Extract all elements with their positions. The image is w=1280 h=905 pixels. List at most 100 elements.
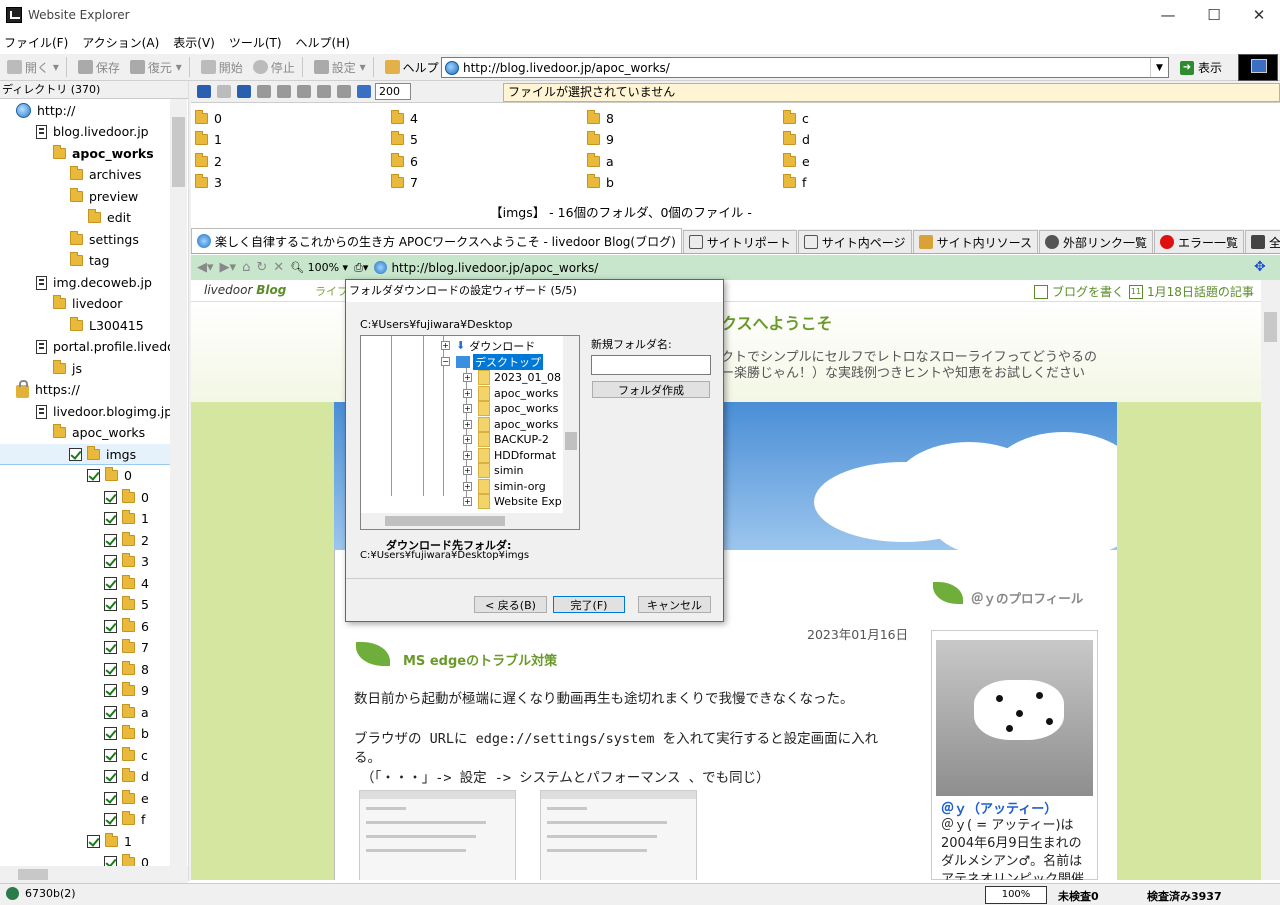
list-item[interactable]: 0 [195, 108, 222, 129]
checkbox[interactable] [104, 856, 117, 866]
tab-browser[interactable]: 楽しく自律するこれからの生き方 APOCワークスへようこそ - livedoor… [191, 228, 682, 253]
scrollbar-thumb[interactable] [1264, 312, 1277, 342]
profile-name[interactable]: ＠ｙ（アッティー） [941, 798, 1057, 817]
checkbox[interactable] [104, 749, 117, 762]
menu-help[interactable]: ヘルプ(H) [296, 34, 350, 51]
tree-item[interactable]: d [104, 766, 149, 787]
tree-horizontal-scrollbar[interactable] [361, 513, 579, 529]
close-button[interactable]: ✕ [1236, 0, 1280, 30]
tree-item-selected[interactable]: − デスクトップ [441, 353, 543, 370]
list-item[interactable]: 1 [195, 129, 222, 150]
header-link[interactable]: ライフ [315, 283, 348, 299]
scrollbar-thumb[interactable] [565, 432, 577, 450]
tree-item[interactable]: 0 [87, 465, 132, 486]
up-arrow-icon[interactable] [237, 85, 251, 98]
tree-item[interactable]: f [104, 809, 145, 830]
new-folder-input[interactable] [591, 355, 711, 375]
print-button[interactable]: ⎙ ▾ [354, 261, 368, 275]
tree-vertical-scrollbar[interactable] [170, 99, 187, 866]
tree-item[interactable]: 2 [104, 530, 149, 551]
screenshot-image[interactable] [359, 790, 516, 880]
menu-file[interactable]: ファイル(F) [4, 34, 68, 51]
filter-icon[interactable] [297, 85, 311, 98]
tree-item[interactable]: 9 [104, 680, 149, 701]
web-vertical-scrollbar[interactable] [1261, 280, 1280, 880]
checkbox[interactable] [104, 512, 117, 525]
menu-view[interactable]: 表示(V) [173, 34, 215, 51]
tab-external-links[interactable]: 外部リンク一覧 [1038, 230, 1153, 253]
checkbox[interactable] [104, 491, 117, 504]
count-stepper[interactable]: 200 [375, 83, 411, 100]
start-button[interactable]: 開始 [198, 56, 246, 78]
finish-button[interactable]: 完了(F) [553, 596, 625, 613]
restore-button[interactable]: 復元 ▾ [127, 56, 185, 78]
livedoor-logo[interactable]: livedoor Blog [204, 283, 286, 297]
tree-item[interactable]: 5 [104, 594, 149, 615]
create-folder-button[interactable]: フォルダ作成 [592, 381, 710, 398]
checkbox[interactable] [87, 835, 100, 848]
zoom-button[interactable]: 🔍︎ 100% ▾ [290, 261, 348, 274]
tree-item[interactable]: + apoc_works [463, 401, 558, 416]
list-item[interactable]: d [783, 129, 810, 150]
move-icon[interactable]: ✥ [1254, 260, 1268, 274]
tree-item[interactable]: + Website Exp [463, 494, 562, 509]
tree-item[interactable]: 1 [87, 831, 132, 852]
folder-tree[interactable]: + ⬇ ダウンロード − デスクトップ +2023_01_08 + apoc_works… [360, 335, 580, 530]
tree-item[interactable]: portal.profile.livedoor [36, 336, 170, 357]
scrollbar-thumb[interactable] [18, 869, 48, 880]
tree-item[interactable]: apoc_works [53, 143, 154, 164]
tree-horizontal-scrollbar[interactable] [0, 866, 188, 883]
list-item[interactable]: 6 [391, 151, 418, 172]
tree-item[interactable]: preview [70, 186, 138, 207]
scrollbar-thumb[interactable] [172, 117, 185, 187]
list-item[interactable]: 3 [195, 172, 222, 193]
tree-item[interactable]: + simin [463, 463, 524, 478]
tab-errors[interactable]: エラー一覧 [1153, 230, 1244, 253]
checkbox[interactable] [104, 534, 117, 547]
chevron-down-icon[interactable]: ▼ [1150, 58, 1168, 77]
tab-fulltext-search[interactable]: 全文検索 [1245, 230, 1280, 253]
checkbox[interactable] [104, 555, 117, 568]
tree-item[interactable]: L300415 [70, 315, 144, 336]
checkbox[interactable] [104, 727, 117, 740]
stop-button[interactable]: 停止 [250, 56, 298, 78]
list-item[interactable]: 7 [391, 172, 418, 193]
tree-item[interactable]: blog.livedoor.jp [36, 121, 149, 142]
tree-item[interactable]: tag [70, 250, 110, 271]
checkbox[interactable] [104, 684, 117, 697]
tree-item[interactable]: img.decoweb.jp [36, 272, 152, 293]
tree-item[interactable]: https:// [16, 379, 80, 400]
list-item[interactable]: 2 [195, 151, 222, 172]
menu-tools[interactable]: ツール(T) [229, 34, 282, 51]
settings-button[interactable]: 設定 ▾ [311, 56, 369, 78]
tab-site-resources[interactable]: サイト内リソース [912, 230, 1038, 253]
post-title[interactable]: MS edgeのトラブル対策 [403, 650, 557, 669]
checkbox[interactable] [104, 792, 117, 805]
menu-action[interactable]: アクション(A) [82, 34, 159, 51]
tree-item[interactable]: apoc_works [53, 422, 145, 443]
tree-item[interactable]: e [104, 788, 149, 809]
tree-item[interactable]: c [104, 745, 148, 766]
tree-item[interactable]: 0 [104, 852, 149, 866]
tree-item[interactable]: 4 [104, 573, 149, 594]
tree-item[interactable]: 7 [104, 637, 149, 658]
profile-photo[interactable] [936, 640, 1093, 796]
tree-item[interactable]: + ⬇ ダウンロード [441, 338, 535, 353]
show-button[interactable]: ➜ 表示 [1180, 57, 1232, 78]
checkbox[interactable] [104, 641, 117, 654]
refresh-icon[interactable]: ↻ [256, 260, 267, 275]
checkbox[interactable] [104, 706, 117, 719]
tree-item[interactable]: livedoor.blogimg.jp [36, 401, 170, 422]
list-item[interactable]: 9 [587, 129, 614, 150]
tab-site-report[interactable]: サイトリポート [682, 230, 797, 253]
list-item[interactable]: b [587, 172, 614, 193]
list-item[interactable]: 4 [391, 108, 418, 129]
tree-item[interactable]: + apoc_works [463, 386, 558, 401]
tree-item[interactable]: http:// [16, 100, 75, 121]
back-button[interactable]: < 戻る(B) [474, 596, 547, 613]
list-item[interactable]: e [783, 151, 810, 172]
tree-item[interactable]: + HDDformat [463, 448, 556, 463]
grid-view-icon[interactable] [357, 85, 371, 98]
tree-vertical-scrollbar[interactable] [563, 336, 579, 514]
tree-item[interactable]: archives [70, 164, 141, 185]
